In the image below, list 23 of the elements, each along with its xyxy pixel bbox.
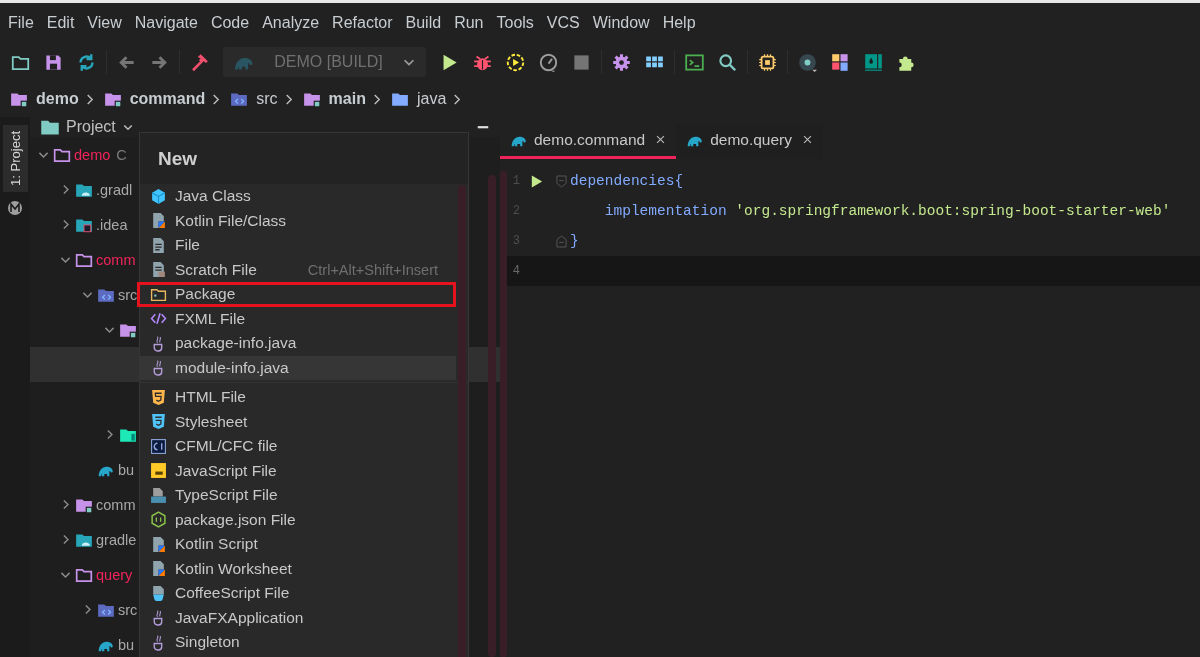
tree-item-label: comm — [96, 251, 136, 268]
breadcrumb-label: java — [416, 90, 447, 108]
tree-item-label: bu — [118, 636, 135, 653]
path-hint: C — [116, 146, 127, 163]
code-line: } — [570, 233, 579, 249]
breadcrumb-label: command — [129, 90, 206, 108]
breadcrumb-label: demo — [36, 90, 79, 108]
tree-item-label: bu — [118, 461, 135, 478]
tree-item-label: src — [118, 601, 138, 618]
shortcut-hint: Ctrl+Alt+Shift+Insert — [307, 261, 439, 278]
line-number: 4 — [511, 264, 520, 278]
tree-item-label: .idea — [96, 216, 128, 233]
code-line: dependencies{ — [570, 173, 684, 189]
menu-title: New — [140, 133, 468, 184]
tree-item-label: demo — [74, 146, 111, 163]
tree-item-label: comm — [96, 496, 136, 513]
tree-item-label: src — [118, 286, 138, 303]
tree-item-label: gradle — [96, 531, 137, 548]
breadcrumb-label: src — [256, 90, 278, 108]
breadcrumb-label: main — [328, 90, 366, 108]
code-line: implementation 'org.springframework.boot:spring-boot-starter-web' — [603, 203, 1171, 219]
tree-item-label: query — [96, 566, 133, 583]
tree-item-label: .gradl — [96, 181, 133, 198]
